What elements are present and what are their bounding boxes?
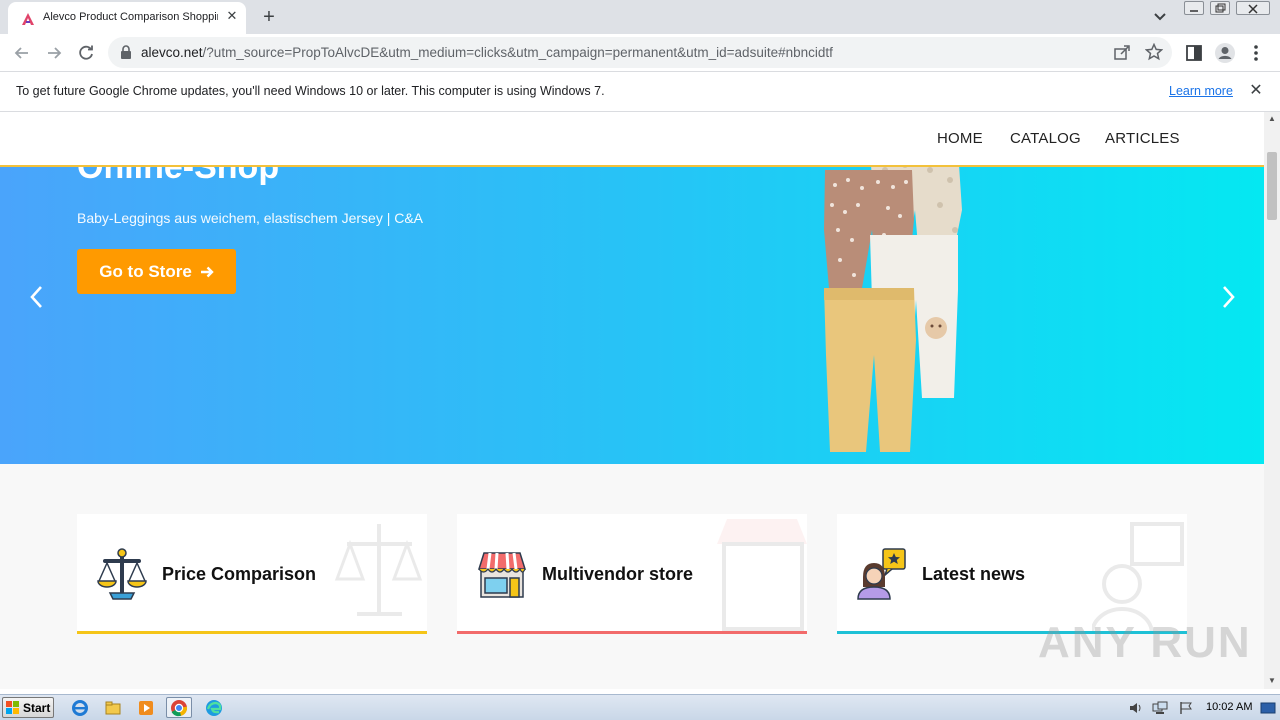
system-tray: 10:02 AM xyxy=(1122,696,1280,720)
chevron-left-icon[interactable] xyxy=(28,284,46,310)
cta-label: Go to Store xyxy=(99,261,192,281)
bookmark-star-icon[interactable] xyxy=(1145,43,1163,61)
feature-label: Price Comparison xyxy=(162,564,317,584)
lock-icon[interactable] xyxy=(120,45,132,59)
minimize-window-button[interactable] xyxy=(1184,1,1204,15)
news-watermark-icon xyxy=(1092,522,1184,634)
nav-articles[interactable]: ARTICLES xyxy=(1105,130,1180,147)
feature-card-latest-news[interactable]: Latest news xyxy=(837,514,1187,634)
forward-arrow-icon[interactable] xyxy=(43,42,65,64)
hero-subtitle: Baby-Leggings aus weichem, elastischem J… xyxy=(77,210,424,226)
menu-kebab-icon[interactable] xyxy=(1245,42,1267,64)
nav-home[interactable]: HOME xyxy=(937,130,983,147)
news-person-icon xyxy=(857,548,906,600)
browser-toolbar: alevco.net/?utm_source=PropToAlvcDE&utm_… xyxy=(0,34,1280,72)
arrow-right-icon xyxy=(200,266,214,277)
side-panel-icon[interactable] xyxy=(1183,42,1205,64)
screen: Alevco Product Comparison Shopping ✕ + a… xyxy=(0,0,1280,720)
store-watermark-icon xyxy=(717,519,807,631)
chrome-icon xyxy=(171,699,188,716)
scales-icon xyxy=(97,548,147,600)
back-arrow-icon[interactable] xyxy=(11,42,33,64)
start-label: Start xyxy=(23,700,51,715)
page-scrollbar[interactable]: ▲ ▼ xyxy=(1264,112,1280,689)
tab-strip: Alevco Product Comparison Shopping ✕ + xyxy=(0,0,1280,34)
reload-icon[interactable] xyxy=(75,42,97,64)
close-icon[interactable]: ✕ xyxy=(1247,82,1265,100)
feature-label: Latest news xyxy=(922,564,1026,584)
infobar-message: To get future Google Chrome updates, you… xyxy=(16,84,605,98)
url-host: alevco.net xyxy=(141,45,203,60)
baby-leggings-image[interactable] xyxy=(800,150,980,460)
address-bar[interactable]: alevco.net/?utm_source=PropToAlvcDE&utm_… xyxy=(108,37,1172,68)
taskbar-edge[interactable] xyxy=(201,697,227,718)
scroll-down-arrow-icon[interactable]: ▼ xyxy=(1268,676,1276,685)
show-desktop-icon[interactable] xyxy=(1260,701,1276,715)
chevron-right-icon[interactable] xyxy=(1219,284,1237,310)
browser-tab[interactable]: Alevco Product Comparison Shopping ✕ xyxy=(8,2,246,34)
taskbar-ie[interactable] xyxy=(67,697,93,718)
update-infobar: To get future Google Chrome updates, you… xyxy=(0,72,1280,112)
card-accent-bar xyxy=(77,631,427,634)
close-tab-icon[interactable]: ✕ xyxy=(224,8,240,24)
alevco-favicon-icon xyxy=(22,13,34,25)
tab-title: Alevco Product Comparison Shopping xyxy=(43,11,218,23)
network-icon[interactable] xyxy=(1152,701,1168,715)
url-path: /?utm_source=PropToAlvcDE&utm_medium=cli… xyxy=(202,45,833,60)
feature-label: Multivendor store xyxy=(542,564,694,584)
close-window-button[interactable] xyxy=(1236,1,1270,15)
start-button[interactable]: Start xyxy=(2,697,54,718)
site-header: HOME CATALOG ARTICLES xyxy=(0,112,1264,167)
windows-taskbar: Start 10:02 AM xyxy=(0,694,1280,720)
taskbar-explorer[interactable] xyxy=(100,697,126,718)
explorer-icon xyxy=(105,701,121,714)
action-center-flag-icon[interactable] xyxy=(1178,701,1194,715)
anyrun-watermark: ANY RUN xyxy=(1038,618,1252,667)
share-icon[interactable] xyxy=(1113,43,1131,61)
new-tab-button[interactable]: + xyxy=(258,6,280,28)
speaker-icon[interactable] xyxy=(1128,701,1144,715)
go-to-store-button[interactable]: Go to Store xyxy=(77,249,236,294)
media-player-icon xyxy=(139,700,153,715)
windows-logo-icon xyxy=(6,700,19,714)
nav-catalog[interactable]: CATALOG xyxy=(1010,130,1081,147)
store-icon xyxy=(477,552,527,598)
card-accent-bar xyxy=(457,631,807,634)
clock[interactable]: 10:02 AM xyxy=(1206,701,1252,713)
taskbar-chrome[interactable] xyxy=(166,697,192,718)
web-page: Online-Shop Baby-Leggings aus weichem, e… xyxy=(0,112,1264,689)
tab-search-chevron-icon[interactable] xyxy=(1150,8,1170,26)
scroll-thumb[interactable] xyxy=(1267,152,1277,220)
learn-more-link[interactable]: Learn more xyxy=(1169,84,1233,98)
restore-window-button[interactable] xyxy=(1210,1,1230,15)
scroll-up-arrow-icon[interactable]: ▲ xyxy=(1268,114,1276,123)
ie-icon xyxy=(72,699,88,716)
edge-icon xyxy=(206,699,222,716)
url-text[interactable]: alevco.net/?utm_source=PropToAlvcDE&utm_… xyxy=(141,45,833,60)
feature-card-multivendor[interactable]: Multivendor store xyxy=(457,514,807,634)
scales-watermark-icon xyxy=(334,524,423,616)
profile-avatar-icon[interactable] xyxy=(1214,42,1236,64)
taskbar-media-player[interactable] xyxy=(133,697,159,718)
feature-card-price-comparison[interactable]: Price Comparison xyxy=(77,514,427,634)
